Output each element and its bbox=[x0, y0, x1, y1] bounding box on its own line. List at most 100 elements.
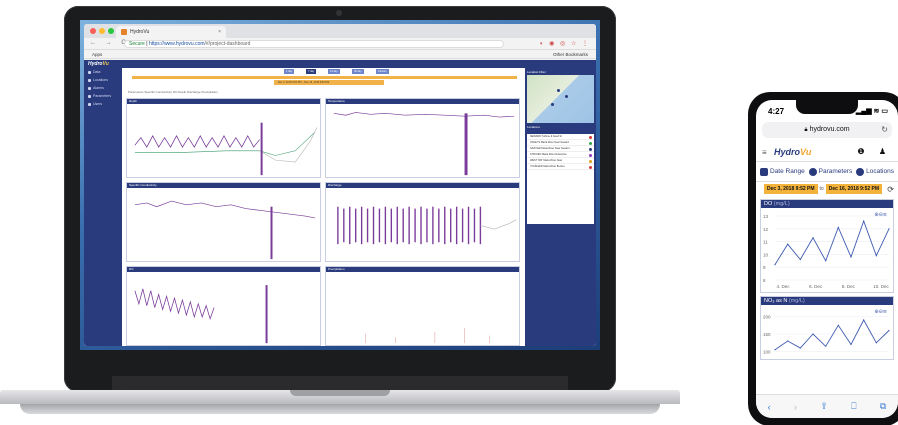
location-color-dot bbox=[589, 159, 592, 163]
tab-date-range[interactable]: Date Range bbox=[760, 167, 805, 176]
bookmark-other[interactable]: Other Bookmarks bbox=[553, 50, 588, 59]
chart-title: NO₃ as N (mg/L) bbox=[761, 297, 893, 305]
locations-list-title: Locations bbox=[527, 125, 540, 129]
header-info-user-icons[interactable]: ❶ ♟ bbox=[857, 147, 892, 156]
minimize-window-button[interactable] bbox=[99, 28, 105, 34]
sync-icon[interactable]: ⟳ bbox=[887, 185, 894, 194]
check-circle-icon bbox=[808, 167, 817, 176]
x-tick-label: 10. Dec bbox=[873, 284, 889, 289]
share-icon[interactable]: ⇪ bbox=[820, 401, 828, 412]
y-tick-label: 11 bbox=[763, 240, 768, 245]
close-tab-icon[interactable]: × bbox=[218, 26, 221, 38]
laptop-device: HydroVu × ← → C ⌂ Secure | https://www.h… bbox=[0, 0, 680, 425]
data-point bbox=[812, 237, 814, 239]
x-tick-label: 8. Dec bbox=[842, 284, 856, 289]
depth-sparkline bbox=[134, 122, 318, 176]
location-color-dot bbox=[589, 165, 592, 169]
back-icon[interactable]: ‹ bbox=[768, 402, 771, 412]
range-button-14day[interactable]: 14 day bbox=[328, 69, 340, 74]
series-line bbox=[774, 219, 890, 265]
y-tick-label: 12 bbox=[763, 227, 769, 232]
extension-icons[interactable]: ◐ ◉ ◎ ☆ ⋮ bbox=[540, 40, 590, 47]
forward-icon[interactable]: › bbox=[794, 402, 797, 412]
bookmarks-icon[interactable]: ⎕ bbox=[851, 401, 856, 412]
mobile-app-header: ≡ HydroVu ❶ ♟ bbox=[756, 144, 898, 162]
alarm-icon bbox=[88, 86, 91, 90]
date-to[interactable]: Dec 16, 2018 9:52 PM bbox=[825, 184, 883, 194]
x-tick-label: 6. Dec bbox=[809, 284, 823, 289]
data-point bbox=[863, 220, 865, 222]
user-icon bbox=[88, 102, 91, 106]
mobile-chart-do: DO (mg/L) 13 12 11 10 9 8 4. Dec 6. Dec 8. Dec 10… bbox=[760, 199, 894, 293]
location-filter-title: Location Filter bbox=[527, 70, 546, 74]
x-tick-label: 4. Dec bbox=[776, 284, 790, 289]
y-tick-label: 100 bbox=[763, 350, 771, 355]
window-controls bbox=[90, 28, 114, 34]
phone-notch bbox=[796, 100, 858, 114]
map-pin-icon[interactable] bbox=[551, 103, 554, 106]
conductivity-sparkline bbox=[134, 200, 316, 260]
calendar-icon bbox=[760, 167, 768, 176]
reload-icon[interactable]: ↻ bbox=[881, 122, 888, 138]
map-pin-icon[interactable] bbox=[557, 89, 560, 92]
chart-zoom-icon[interactable]: ⊕⊖≡ bbox=[874, 212, 887, 218]
tab-locations[interactable]: Locations bbox=[856, 167, 894, 176]
data-point bbox=[863, 319, 865, 321]
range-button-7day[interactable]: 7 day bbox=[306, 69, 317, 74]
range-button-custom[interactable]: Custom bbox=[376, 69, 389, 74]
y-tick-label: 13 bbox=[763, 214, 769, 219]
map-pin-icon[interactable] bbox=[565, 95, 568, 98]
chart-panel-specific-conductivity: Specific Conductivity bbox=[126, 182, 321, 262]
browser-tab-title: HydroVu bbox=[130, 29, 150, 35]
sidebar-item-alarms[interactable]: Alarms bbox=[84, 84, 122, 92]
address-bar-row: ← → C ⌂ Secure | https://www.hydrovu.com… bbox=[84, 38, 596, 50]
sidebar-item-data[interactable]: Data bbox=[84, 68, 122, 76]
y-tick-label: 150 bbox=[763, 332, 771, 337]
data-point bbox=[837, 226, 839, 229]
location-map[interactable] bbox=[527, 75, 594, 123]
chart-zoom-icon[interactable]: ⊕⊖≡ bbox=[874, 309, 887, 315]
bookmarks-bar: Apps Other Bookmarks bbox=[84, 50, 596, 59]
list-item[interactable]: YOUNGER Maria River Bucket bbox=[527, 164, 594, 170]
signal-wifi-battery-icon: ▂▄▆ ≋ ▭ bbox=[855, 108, 888, 115]
chart-title: DO (mg/L) bbox=[761, 200, 893, 208]
date-range-display[interactable]: Dec 3, 2018 9:52 PM – Dec 16, 2018 9:52 … bbox=[274, 80, 384, 85]
data-point bbox=[774, 264, 776, 266]
y-tick-label: 10 bbox=[763, 252, 769, 257]
bookmark-apps[interactable]: Apps bbox=[92, 52, 102, 57]
hydrovu-logo: HydroVu bbox=[774, 147, 812, 157]
tab-parameters[interactable]: Parameters bbox=[808, 167, 852, 176]
phone-screen: 4:27 ▂▄▆ ≋ ▭ 🔒︎ hydrovu.com ↻ ≡ HydroVu ❶… bbox=[756, 100, 898, 418]
data-point bbox=[850, 343, 852, 346]
sidebar-item-locations[interactable]: Locations bbox=[84, 76, 122, 84]
maximize-window-button[interactable] bbox=[108, 28, 114, 34]
dashboard-main: 1 day 7 day 14 day 30 day Custom Dec 3, … bbox=[124, 68, 522, 346]
y-tick-label: 200 bbox=[763, 315, 771, 320]
do-line-chart: 13 12 11 10 9 8 4. Dec 6. Dec 8. Dec 10. Dec ⊕⊖≡ bbox=[763, 212, 890, 289]
address-input[interactable]: Secure | https://www.hydrovu.com/#/proje… bbox=[124, 40, 504, 48]
range-button-30day[interactable]: 30 day bbox=[352, 69, 364, 74]
trackpad-notch bbox=[290, 390, 390, 396]
sidebar-item-parameters[interactable]: Parameters bbox=[84, 92, 122, 100]
data-point bbox=[888, 228, 890, 230]
data-point bbox=[787, 243, 789, 245]
laptop-base bbox=[0, 390, 680, 420]
data-point bbox=[850, 256, 852, 258]
data-point bbox=[837, 324, 839, 326]
range-button-1day[interactable]: 1 day bbox=[284, 69, 295, 74]
tabs-icon[interactable]: ⧉ bbox=[880, 401, 886, 412]
hamburger-menu-icon[interactable]: ≡ bbox=[762, 149, 767, 157]
close-window-button[interactable] bbox=[90, 28, 96, 34]
timeline-slider[interactable] bbox=[132, 76, 517, 79]
date-range-row: 1 day 7 day 14 day 30 day Custom Dec 3, … bbox=[124, 68, 522, 88]
mobile-address-bar[interactable]: 🔒︎ hydrovu.com ↻ bbox=[762, 122, 892, 138]
status-time: 4:27 bbox=[768, 107, 785, 116]
browser-tab[interactable]: HydroVu × bbox=[116, 26, 226, 38]
date-from[interactable]: Dec 3, 2018 9:52 PM bbox=[764, 184, 818, 194]
chart-panel-discharge: Discharge bbox=[325, 182, 520, 262]
parameter-toolbar[interactable]: Parameters Specific Conductivity DO Dept… bbox=[124, 88, 522, 96]
location-filter-panel: Location Filter Locations SEWARD Turbine… bbox=[525, 68, 596, 346]
sidebar-item-users[interactable]: Users bbox=[84, 100, 122, 108]
marketing-stage: HydroVu × ← → C ⌂ Secure | https://www.h… bbox=[0, 0, 898, 425]
temperature-sparkline bbox=[333, 112, 515, 176]
